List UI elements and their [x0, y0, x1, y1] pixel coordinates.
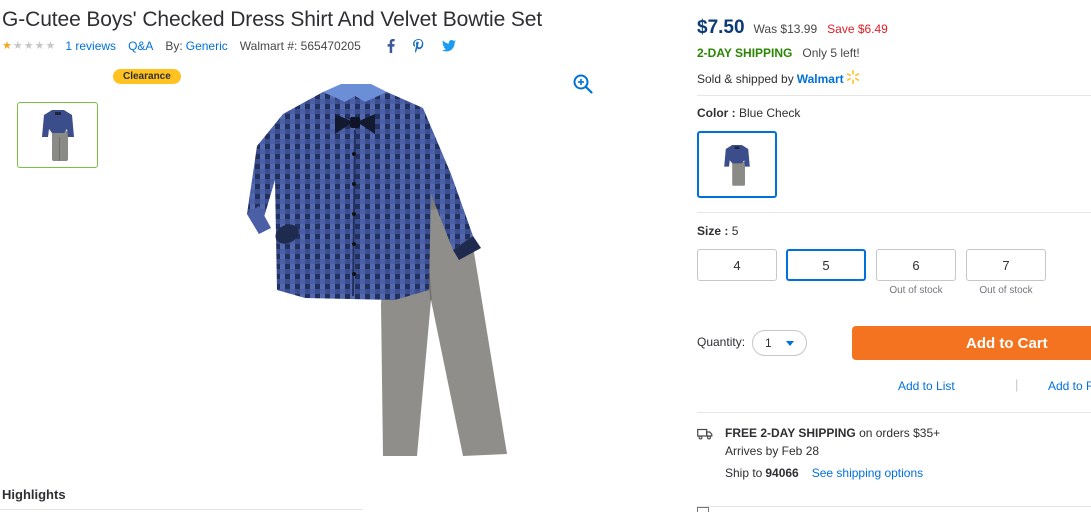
was-price: Was $13.99: [753, 22, 818, 36]
rating-stars[interactable]: ★ ★ ★ ★ ★: [2, 39, 56, 52]
divider: [697, 506, 1091, 507]
ship-to: Ship to 94066 See shipping options: [725, 466, 923, 480]
truck-icon: [697, 427, 713, 445]
product-thumbnail[interactable]: [17, 102, 98, 168]
size-7-stock-note: Out of stock: [979, 285, 1033, 296]
color-label-text: Color :: [697, 106, 736, 120]
divider: [0, 509, 363, 510]
size-option-4[interactable]: 4: [697, 249, 777, 281]
star-icon: ★: [12, 39, 23, 52]
pickup-icon: [697, 507, 709, 512]
color-label: Color : Blue Check: [697, 106, 800, 120]
walmart-number: Walmart #: 565470205: [239, 39, 361, 53]
product-main-image[interactable]: [245, 84, 535, 460]
size-label-text: Size :: [697, 224, 729, 238]
shipping-row: 2-DAY SHIPPING Only 5 left!: [697, 46, 860, 60]
color-value: Blue Check: [739, 106, 801, 120]
star-icon: ★: [2, 39, 12, 52]
size-value: 5: [731, 224, 739, 238]
divider: [697, 95, 1091, 96]
size-6-stock-note: Out of stock: [889, 285, 943, 296]
zip-code: 94066: [765, 466, 799, 480]
arrival-date: Arrives by Feb 28: [725, 444, 820, 458]
zoom-in-icon[interactable]: [572, 73, 594, 100]
thumbnail-image: [41, 110, 74, 161]
star-icon: ★: [34, 39, 45, 52]
star-icon: ★: [45, 39, 56, 52]
brand-label: By:: [165, 39, 183, 53]
chevron-down-icon: [786, 341, 794, 346]
add-to-list-link[interactable]: Add to List: [898, 379, 955, 393]
quantity-value: 1: [765, 336, 772, 350]
free-shipping-threshold: on orders $35+: [859, 426, 941, 440]
seller-name: Walmart: [796, 71, 844, 86]
color-swatch-blue-check[interactable]: [697, 131, 777, 198]
size-option-5[interactable]: 5: [786, 249, 866, 281]
product-title: G-Cutee Boys' Checked Dress Shirt And Ve…: [2, 8, 543, 31]
share-links: [387, 39, 456, 53]
savings: Save $6.49: [827, 22, 888, 36]
current-price: $7.50: [697, 17, 745, 38]
sold-by: Sold & shipped by Walmart: [697, 70, 860, 87]
stock-status: Only 5 left!: [802, 46, 860, 60]
add-to-cart-button[interactable]: Add to Cart: [852, 326, 1091, 360]
facebook-icon[interactable]: [387, 39, 395, 53]
star-icon: ★: [23, 39, 34, 52]
divider: [697, 412, 1091, 413]
walmart-spark-icon: [846, 70, 860, 87]
highlights-heading[interactable]: Highlights: [2, 487, 66, 502]
size-label: Size : 5: [697, 224, 738, 238]
product-meta: ★ ★ ★ ★ ★ 1 reviews Q&A By: Generic Walma…: [2, 38, 456, 54]
twitter-icon[interactable]: [441, 40, 456, 52]
shipping-options-link[interactable]: See shipping options: [812, 466, 923, 480]
two-day-shipping: 2-DAY SHIPPING: [697, 46, 793, 60]
swatch-image: [724, 144, 750, 186]
quantity-label: Quantity:: [697, 335, 746, 349]
clearance-badge: Clearance: [113, 69, 181, 84]
pinterest-icon[interactable]: [412, 39, 424, 53]
divider: [697, 212, 1091, 213]
free-shipping-bold: FREE 2-DAY SHIPPING: [725, 426, 856, 440]
qa-link[interactable]: Q&A: [128, 39, 153, 53]
separator: |: [1015, 377, 1019, 392]
brand-info: By: Generic: [165, 39, 227, 53]
ship-to-label: Ship to: [725, 466, 763, 480]
add-to-registry-link[interactable]: Add to Registry: [1048, 379, 1091, 393]
brand-link[interactable]: Generic: [186, 39, 228, 53]
sold-by-label: Sold & shipped by: [697, 71, 794, 86]
quantity-select[interactable]: 1: [752, 330, 807, 356]
free-shipping-info: FREE 2-DAY SHIPPING on orders $35+: [725, 426, 940, 440]
size-option-6[interactable]: 6: [876, 249, 956, 281]
reviews-link[interactable]: 1 reviews: [65, 39, 116, 53]
size-option-7[interactable]: 7: [966, 249, 1046, 281]
price-row: $7.50 Was $13.99 Save $6.49: [697, 17, 888, 39]
